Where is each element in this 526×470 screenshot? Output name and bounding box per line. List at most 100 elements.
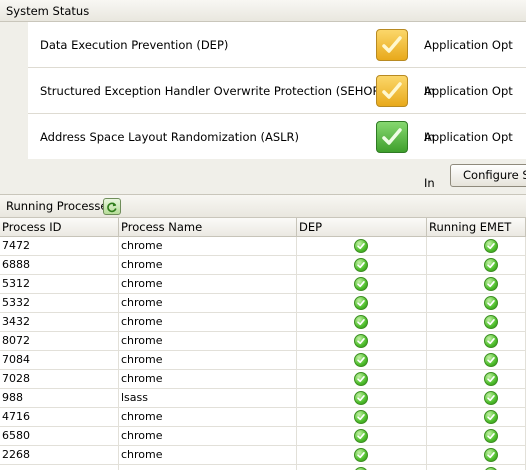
- aslr-status-value: Application Opt In: [424, 130, 513, 190]
- emet-running-check-icon: [484, 372, 498, 386]
- warning-check-icon[interactable]: [376, 75, 408, 107]
- table-row[interactable]: 4716 chrome: [0, 408, 526, 427]
- system-status-title: System Status: [6, 4, 90, 18]
- dep-cell: [297, 313, 427, 332]
- column-header-running-emet[interactable]: Running EMET: [427, 218, 526, 237]
- aslr-status-row: Address Space Layout Randomization (ASLR…: [28, 114, 526, 190]
- dep-enabled-check-icon: [354, 448, 368, 462]
- aslr-label: Address Space Layout Randomization (ASLR…: [40, 130, 300, 144]
- dep-label: Data Execution Prevention (DEP): [40, 38, 229, 52]
- dep-enabled-check-icon: [354, 296, 368, 310]
- process-id-cell: 7084: [0, 351, 119, 370]
- emet-running-check-icon: [484, 353, 498, 367]
- column-header-process-name[interactable]: Process Name: [119, 218, 297, 237]
- process-name-cell: chrome: [119, 427, 297, 446]
- emet-running-check-icon: [484, 334, 498, 348]
- running-emet-cell: [427, 465, 526, 470]
- table-row[interactable]: 3432 chrome: [0, 313, 526, 332]
- process-id-cell: 5332: [0, 294, 119, 313]
- emet-running-check-icon: [484, 239, 498, 253]
- table-row[interactable]: 6888 chrome: [0, 256, 526, 275]
- dep-enabled-check-icon: [354, 239, 368, 253]
- table-row[interactable]: 988 lsass: [0, 389, 526, 408]
- dep-enabled-check-icon: [354, 391, 368, 405]
- emet-running-check-icon: [484, 391, 498, 405]
- dep-cell: [297, 275, 427, 294]
- process-name-cell: chrome: [119, 351, 297, 370]
- dep-cell: [297, 389, 427, 408]
- running-processes-title: Running Processes: [6, 199, 114, 213]
- dep-cell: [297, 446, 427, 465]
- dep-enabled-check-icon: [354, 372, 368, 386]
- dep-enabled-check-icon: [354, 429, 368, 443]
- refresh-icon[interactable]: [103, 198, 121, 215]
- process-id-cell: 7472: [0, 237, 119, 256]
- process-name-cell: chrome: [119, 408, 297, 427]
- process-name-cell: chrome: [119, 446, 297, 465]
- dep-enabled-check-icon: [354, 277, 368, 291]
- process-id-cell: 3432: [0, 313, 119, 332]
- process-name-cell: chrome: [119, 370, 297, 389]
- process-name-cell: [119, 465, 297, 470]
- sehop-status-row: Structured Exception Handler Overwrite P…: [28, 68, 526, 144]
- dep-enabled-check-icon: [354, 334, 368, 348]
- dep-status-row: Data Execution Prevention (DEP) Applicat…: [28, 22, 526, 98]
- process-id-cell: 7028: [0, 370, 119, 389]
- running-emet-cell: [427, 446, 526, 465]
- table-row[interactable]: 5312 chrome: [0, 275, 526, 294]
- running-emet-cell: [427, 256, 526, 275]
- table-body: 7472 chrome 6888 chrome 5312 chrome 5332 chrome…: [0, 237, 526, 470]
- process-id-cell: 6580: [0, 427, 119, 446]
- table-row[interactable]: 8072 chrome: [0, 332, 526, 351]
- process-id-cell: 988: [0, 389, 119, 408]
- table-row[interactable]: 6580 chrome: [0, 427, 526, 446]
- running-emet-cell: [427, 427, 526, 446]
- dep-cell: [297, 332, 427, 351]
- process-name-cell: chrome: [119, 332, 297, 351]
- process-id-cell: 4716: [0, 408, 119, 427]
- running-emet-cell: [427, 389, 526, 408]
- emet-running-check-icon: [484, 258, 498, 272]
- dep-enabled-check-icon: [354, 315, 368, 329]
- process-name-cell: chrome: [119, 275, 297, 294]
- table-row[interactable]: [0, 465, 526, 470]
- table-header: Process ID Process Name DEP Running EMET: [0, 218, 526, 237]
- process-id-cell: [0, 465, 119, 470]
- dep-enabled-check-icon: [354, 353, 368, 367]
- process-name-cell: lsass: [119, 389, 297, 408]
- table-row[interactable]: 7472 chrome: [0, 237, 526, 256]
- dep-enabled-check-icon: [354, 258, 368, 272]
- emet-running-check-icon: [484, 277, 498, 291]
- configure-system-button[interactable]: Configure System: [450, 164, 526, 187]
- running-emet-cell: [427, 351, 526, 370]
- warning-check-icon[interactable]: [376, 29, 408, 61]
- column-header-process-id[interactable]: Process ID: [0, 218, 119, 237]
- emet-running-check-icon: [484, 296, 498, 310]
- dep-cell: [297, 408, 427, 427]
- process-id-cell: 8072: [0, 332, 119, 351]
- table-row[interactable]: 7028 chrome: [0, 370, 526, 389]
- dep-cell: [297, 294, 427, 313]
- dep-cell: [297, 465, 427, 470]
- emet-running-check-icon: [484, 410, 498, 424]
- emet-running-check-icon: [484, 429, 498, 443]
- process-name-cell: chrome: [119, 256, 297, 275]
- emet-running-check-icon: [484, 448, 498, 462]
- dep-cell: [297, 351, 427, 370]
- process-name-cell: chrome: [119, 237, 297, 256]
- table-row[interactable]: 7084 chrome: [0, 351, 526, 370]
- dep-cell: [297, 370, 427, 389]
- running-emet-cell: [427, 294, 526, 313]
- table-row[interactable]: 2268 chrome: [0, 446, 526, 465]
- running-emet-cell: [427, 275, 526, 294]
- system-status-panel: Data Execution Prevention (DEP) Applicat…: [0, 22, 526, 190]
- dep-enabled-check-icon: [354, 410, 368, 424]
- table-row[interactable]: 5332 chrome: [0, 294, 526, 313]
- running-emet-cell: [427, 370, 526, 389]
- process-id-cell: 5312: [0, 275, 119, 294]
- ok-check-icon[interactable]: [376, 121, 408, 153]
- sehop-label: Structured Exception Handler Overwrite P…: [40, 84, 384, 98]
- column-header-dep[interactable]: DEP: [297, 218, 427, 237]
- running-emet-cell: [427, 237, 526, 256]
- running-emet-cell: [427, 313, 526, 332]
